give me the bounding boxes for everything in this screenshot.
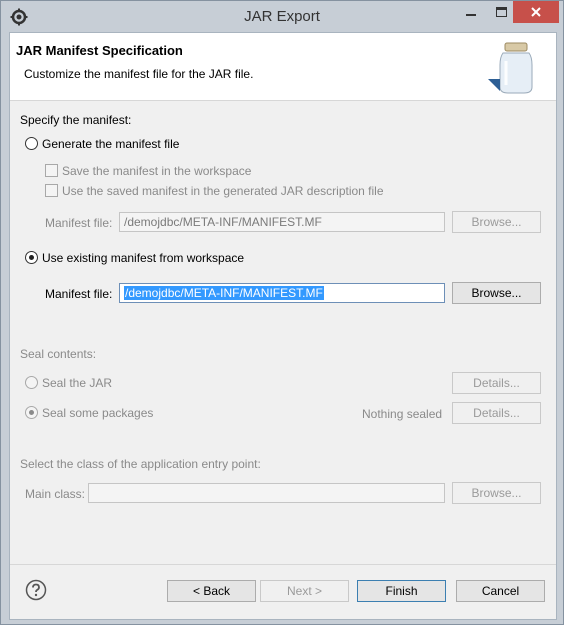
maximize-icon: [495, 7, 507, 17]
jar-export-window: JAR Export JAR Manifest Specification Cu…: [0, 0, 564, 625]
cancel-button[interactable]: Cancel: [456, 580, 545, 602]
generate-manifest-radio[interactable]: [25, 137, 38, 150]
generated-manifest-file-input[interactable]: /demojdbc/META-INF/MANIFEST.MF: [119, 212, 445, 232]
wizard-content: JAR Manifest Specification Customize the…: [9, 32, 557, 620]
main-class-label: Main class:: [25, 487, 86, 501]
save-manifest-checkbox[interactable]: [45, 164, 58, 177]
page-title: JAR Manifest Specification: [16, 43, 183, 58]
selected-text: /demojdbc/META-INF/MANIFEST.MF: [124, 286, 324, 300]
seal-jar-label: Seal the JAR: [42, 376, 113, 390]
close-button[interactable]: [513, 1, 559, 23]
back-button[interactable]: < Back: [167, 580, 256, 602]
finish-button[interactable]: Finish: [357, 580, 446, 602]
seal-section-label: Seal contents:: [20, 347, 97, 361]
use-existing-manifest-label[interactable]: Use existing manifest from workspace: [42, 251, 244, 265]
seal-jar-radio[interactable]: [25, 376, 38, 389]
save-manifest-label: Save the manifest in the workspace: [62, 164, 252, 178]
minimize-button[interactable]: [456, 1, 486, 23]
main-class-browse-button[interactable]: Browse...: [452, 482, 541, 504]
page-description: Customize the manifest file for the JAR …: [24, 67, 254, 81]
seal-packages-label: Seal some packages: [42, 406, 154, 420]
use-saved-manifest-checkbox[interactable]: [45, 184, 58, 197]
existing-manifest-file-input[interactable]: /demojdbc/META-INF/MANIFEST.MF: [119, 283, 445, 303]
radio-selected-dot: [29, 255, 34, 260]
maximize-button[interactable]: [486, 1, 516, 23]
jar-icon: [488, 42, 533, 94]
manifest-section-label: Specify the manifest:: [20, 113, 132, 127]
existing-manifest-browse-button[interactable]: Browse...: [452, 282, 541, 304]
seal-packages-details-button[interactable]: Details...: [452, 402, 541, 424]
radio-selected-dot: [29, 410, 34, 415]
seal-status-text: Nothing sealed: [362, 407, 443, 421]
main-class-input[interactable]: [88, 483, 445, 503]
seal-packages-radio[interactable]: [25, 406, 38, 419]
footer-separator: [10, 564, 556, 565]
entry-point-section-label: Select the class of the application entr…: [20, 457, 261, 471]
wizard-banner: JAR Manifest Specification Customize the…: [10, 33, 556, 101]
generated-manifest-browse-button[interactable]: Browse...: [452, 211, 541, 233]
minimize-icon: [466, 14, 476, 16]
existing-manifest-file-label: Manifest file:: [45, 287, 113, 301]
use-saved-manifest-label: Use the saved manifest in the generated …: [62, 184, 384, 198]
help-icon[interactable]: [25, 579, 47, 601]
seal-jar-details-button[interactable]: Details...: [452, 372, 541, 394]
close-icon: [531, 7, 541, 17]
next-button[interactable]: Next >: [260, 580, 349, 602]
generated-manifest-file-label: Manifest file:: [45, 216, 113, 230]
title-bar: JAR Export: [1, 1, 563, 32]
generate-manifest-label[interactable]: Generate the manifest file: [42, 137, 179, 151]
use-existing-manifest-radio[interactable]: [25, 251, 38, 264]
